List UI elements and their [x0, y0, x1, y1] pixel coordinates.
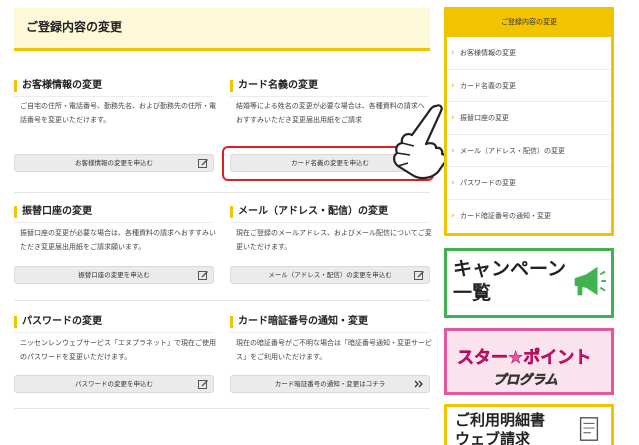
web-billing-banner[interactable]: ご利用明細書 ウェブ請求	[444, 404, 614, 445]
sidebar-heading: ご登録内容の変更	[501, 18, 557, 26]
button-label: パスワードの変更を申込む	[75, 380, 153, 388]
bill-banner-line1: ご利用明細書	[455, 411, 546, 429]
sidebar-item-bank-account[interactable]: 振替口座の変更	[447, 102, 611, 135]
bill-banner-line2: ウェブ請求	[455, 430, 531, 445]
star-banner-line1: スター★ポイント	[457, 348, 592, 369]
sidebar-item-card-pin[interactable]: カード暗証番号の通知・変更	[447, 200, 611, 233]
star-banner-line2: プログラム	[493, 373, 558, 389]
section-title-card-pin: カード暗証番号の通知・変更	[230, 316, 429, 333]
section-desc-customer-info: ご自宅の住所・電話番号、勤務先名、および勤務先の住所・電話番号を変更いただけます…	[20, 102, 216, 124]
section-desc-email: 現在ご登録のメールアドレス、およびメール配信についてご変更いただけます。	[236, 229, 432, 251]
email-change-button[interactable]: メール（アドレス・配信）の変更を申込む	[230, 266, 430, 284]
campaign-list-banner[interactable]: キャンペーン 一覧	[444, 248, 614, 318]
campaign-banner-line2: 一覧	[453, 282, 492, 304]
edit-icon	[198, 380, 208, 389]
double-chevron-right-icon	[414, 380, 423, 388]
button-label: お客様情報の変更を申込む	[75, 159, 153, 167]
card-pin-button[interactable]: カード暗証番号の通知・変更はコチラ	[230, 375, 430, 393]
sidebar-menu: ご登録内容の変更 お客様情報の変更 カード名義の変更 振替口座の変更 メール（ア…	[444, 7, 614, 236]
campaign-banner-line1: キャンペーン	[453, 258, 567, 280]
divider	[14, 408, 430, 409]
edit-icon	[198, 271, 208, 280]
password-change-button[interactable]: パスワードの変更を申込む	[14, 375, 214, 393]
section-desc-card-pin: 現在の暗証番号がご不明な場合は「暗証番号通知・変更サービス」をご利用いただけます…	[236, 339, 432, 361]
star-point-program-banner[interactable]: スター★ポイント プログラム	[444, 328, 614, 395]
divider	[14, 300, 430, 301]
customer-info-change-button[interactable]: お客様情報の変更を申込む	[14, 154, 214, 172]
divider	[14, 192, 430, 193]
sidebar-list: お客様情報の変更 カード名義の変更 振替口座の変更 メール（アドレス・配信）の変…	[447, 37, 611, 233]
section-desc-password: ニッセンレンウェブサービス「エヌプラネット」で現在ご使用のパスワードを変更いただ…	[20, 339, 216, 361]
pointing-hand-icon	[393, 104, 447, 180]
section-desc-bank-account: 振替口座の変更が必要な場合は、各種資料の請求へおすすみいただき変更届出用紙をご請…	[20, 229, 216, 251]
edit-icon	[198, 159, 208, 168]
campaign-banner-text: キャンペーン 一覧	[453, 257, 566, 305]
bill-banner-text: ご利用明細書 ウェブ請求	[455, 411, 545, 445]
sidebar-item-email[interactable]: メール（アドレス・配信）の変更	[447, 135, 611, 168]
section-title-password: パスワードの変更	[14, 316, 213, 333]
bank-account-change-button[interactable]: 振替口座の変更を申込む	[14, 266, 214, 284]
megaphone-icon	[574, 266, 607, 296]
sidebar-item-card-name[interactable]: カード名義の変更	[447, 70, 611, 103]
document-icon	[579, 417, 599, 441]
button-label: メール（アドレス・配信）の変更を申込む	[268, 271, 392, 279]
section-title-customer-info: お客様情報の変更	[14, 80, 213, 97]
sidebar-item-customer-info[interactable]: お客様情報の変更	[447, 37, 611, 70]
edit-icon	[414, 271, 424, 280]
button-label: 振替口座の変更を申込む	[78, 271, 150, 279]
section-title-email: メール（アドレス・配信）の変更	[230, 206, 429, 223]
section-title-bank-account: 振替口座の変更	[14, 206, 213, 223]
button-label: カード暗証番号の通知・変更はコチラ	[274, 380, 386, 388]
page-title: ご登録内容の変更	[14, 8, 430, 51]
section-title-card-name: カード名義の変更	[230, 80, 429, 97]
sidebar-item-password[interactable]: パスワードの変更	[447, 167, 611, 200]
